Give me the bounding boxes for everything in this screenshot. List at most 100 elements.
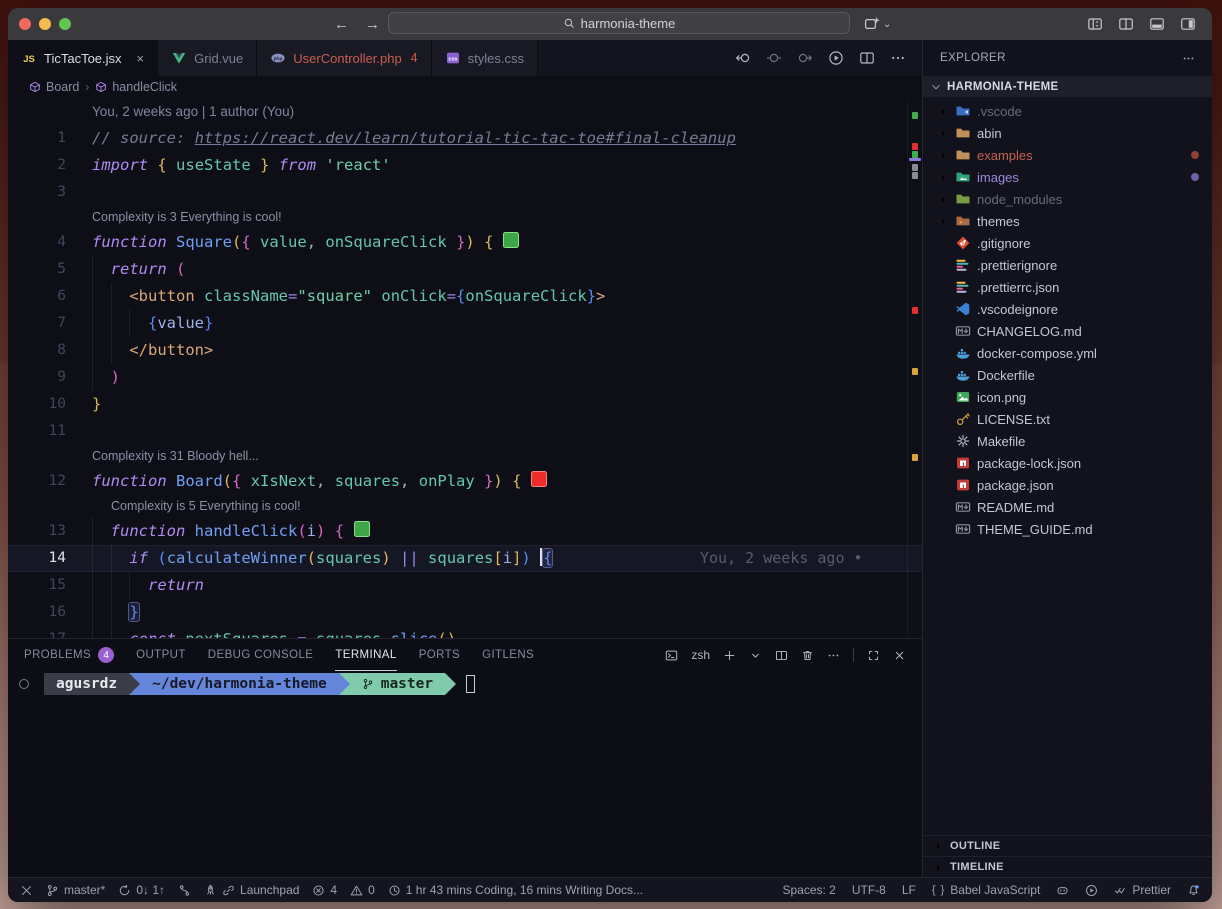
tree-item-.vscode[interactable]: .vscode bbox=[923, 100, 1212, 122]
line-number[interactable]: 8 bbox=[8, 337, 92, 364]
codelens-label[interactable]: Complexity is 31 Bloody hell... bbox=[92, 445, 259, 468]
line-content[interactable]: function handleClick(i) { bbox=[92, 518, 922, 545]
section-timeline[interactable]: TIMELINE bbox=[923, 856, 1212, 877]
notifications[interactable] bbox=[1187, 884, 1200, 897]
nav-forward-icon[interactable] bbox=[797, 50, 813, 66]
codelens-label[interactable]: Complexity is 5 Everything is cool! bbox=[92, 495, 301, 518]
tree-item-LICENSE.txt[interactable]: LICENSE.txt bbox=[923, 408, 1212, 430]
line-number[interactable]: 6 bbox=[8, 283, 92, 310]
line-number[interactable]: 1 bbox=[8, 125, 92, 152]
launchpad[interactable]: Launchpad bbox=[204, 883, 299, 897]
time-tracker[interactable]: 1 hr 43 mins Coding, 16 mins Writing Doc… bbox=[388, 883, 643, 897]
split-editor-icon[interactable] bbox=[1118, 16, 1134, 32]
trash-icon[interactable] bbox=[801, 649, 814, 662]
tree-item-examples[interactable]: examples bbox=[923, 144, 1212, 166]
terminal-prompt[interactable]: agusrdz ~/dev/harmonia-theme master bbox=[44, 673, 922, 695]
tree-item-abin[interactable]: abin bbox=[923, 122, 1212, 144]
line-content[interactable]: } bbox=[92, 599, 922, 626]
line-content[interactable]: } bbox=[92, 391, 922, 418]
close-icon[interactable]: × bbox=[137, 51, 145, 66]
line-content[interactable]: {value} bbox=[92, 310, 922, 337]
tree-item-node_modules[interactable]: node_modules bbox=[923, 188, 1212, 210]
line-number[interactable]: 11 bbox=[8, 418, 92, 445]
close-window-button[interactable] bbox=[19, 18, 31, 30]
line-number[interactable]: 15 bbox=[8, 572, 92, 599]
problems-errors[interactable]: 4 bbox=[312, 883, 337, 897]
tree-item-icon.png[interactable]: icon.png bbox=[923, 386, 1212, 408]
line-content[interactable]: return bbox=[92, 572, 922, 599]
panel-tab-terminal[interactable]: TERMINAL bbox=[335, 639, 396, 671]
terminal-view[interactable]: agusrdz ~/dev/harmonia-theme master bbox=[8, 671, 922, 877]
codelens-label[interactable]: Complexity is 3 Everything is cool! bbox=[92, 206, 282, 229]
tree-item-themes[interactable]: themes bbox=[923, 210, 1212, 232]
more-icon[interactable] bbox=[890, 50, 906, 66]
breadcrumb-item-handleClick[interactable]: handleClick bbox=[95, 80, 177, 94]
more-actions-icon[interactable] bbox=[1182, 52, 1195, 65]
chevron-down-sm-icon[interactable] bbox=[749, 649, 762, 662]
line-number[interactable]: 12 bbox=[8, 468, 92, 495]
minimize-window-button[interactable] bbox=[39, 18, 51, 30]
line-content[interactable]: <button className="square" onClick={onSq… bbox=[92, 283, 922, 310]
tree-item-package-lock.json[interactable]: package-lock.json bbox=[923, 452, 1212, 474]
line-content[interactable]: ) bbox=[92, 364, 922, 391]
tree-item-.vscodeignore[interactable]: .vscodeignore bbox=[923, 298, 1212, 320]
line-number[interactable]: 4 bbox=[8, 229, 92, 256]
plus-icon[interactable] bbox=[723, 649, 736, 662]
line-number[interactable]: 16 bbox=[8, 599, 92, 626]
nav-back-icon[interactable] bbox=[735, 50, 751, 66]
code-runner[interactable] bbox=[1085, 884, 1098, 897]
line-number[interactable]: 5 bbox=[8, 256, 92, 283]
copilot[interactable] bbox=[1056, 884, 1069, 897]
command-center-search[interactable]: harmonia-theme bbox=[388, 12, 850, 34]
line-content[interactable]: const nextSquares = squares.slice() bbox=[92, 626, 922, 638]
tree-item-.prettierignore[interactable]: .prettierignore bbox=[923, 254, 1212, 276]
gitlens[interactable] bbox=[178, 884, 191, 897]
tab-UserController.php[interactable]: phpUserController.php4 bbox=[257, 40, 431, 76]
chevron-down-icon[interactable]: ⌄ bbox=[883, 19, 891, 30]
history-forward-button[interactable]: → bbox=[365, 16, 380, 33]
line-number[interactable]: 9 bbox=[8, 364, 92, 391]
line-content[interactable]: // source: https://react.dev/learn/tutor… bbox=[92, 125, 922, 152]
tree-item-images[interactable]: images bbox=[923, 166, 1212, 188]
toggle-secondary-sidebar-icon[interactable] bbox=[1180, 16, 1196, 32]
tree-item-.prettierrc.json[interactable]: .prettierrc.json bbox=[923, 276, 1212, 298]
tab-styles.css[interactable]: cssstyles.css bbox=[432, 40, 538, 76]
line-number[interactable]: 7 bbox=[8, 310, 92, 337]
git-sync[interactable]: 0↓ 1↑ bbox=[118, 883, 165, 897]
tree-item-.gitignore[interactable]: .gitignore bbox=[923, 232, 1212, 254]
tree-item-Makefile[interactable]: Makefile bbox=[923, 430, 1212, 452]
split-editor-icon[interactable] bbox=[775, 649, 788, 662]
line-number[interactable]: 2 bbox=[8, 152, 92, 179]
line-content[interactable] bbox=[92, 179, 922, 206]
encoding[interactable]: UTF-8 bbox=[852, 883, 886, 897]
customize-layout-icon[interactable] bbox=[1087, 16, 1103, 32]
tree-item-Dockerfile[interactable]: Dockerfile bbox=[923, 364, 1212, 386]
tree-item-CHANGELOG.md[interactable]: CHANGELOG.md bbox=[923, 320, 1212, 342]
panel-tab-ports[interactable]: PORTS bbox=[419, 639, 460, 671]
indentation[interactable]: Spaces: 2 bbox=[782, 883, 835, 897]
new-tab-icon[interactable] bbox=[864, 16, 880, 32]
terminal-icon[interactable] bbox=[665, 649, 678, 662]
panel-tab-output[interactable]: OUTPUT bbox=[136, 639, 186, 671]
close-icon[interactable] bbox=[893, 649, 906, 662]
line-content[interactable]: function Square({ value, onSquareClick }… bbox=[92, 229, 922, 256]
line-content[interactable]: if (calculateWinner(squares) || squares[… bbox=[92, 545, 922, 572]
line-content[interactable]: </button> bbox=[92, 337, 922, 364]
line-number[interactable]: 13 bbox=[8, 518, 92, 545]
line-content[interactable]: function Board({ xIsNext, squares, onPla… bbox=[92, 468, 922, 495]
run-icon[interactable] bbox=[828, 50, 844, 66]
tree-item-THEME_GUIDE.md[interactable]: THEME_GUIDE.md bbox=[923, 518, 1212, 540]
problems-warnings[interactable]: 0 bbox=[350, 883, 375, 897]
line-content[interactable]: return ( bbox=[92, 256, 922, 283]
tab-TicTacToe.jsx[interactable]: JSTicTacToe.jsx× bbox=[8, 40, 158, 76]
line-number[interactable]: 10 bbox=[8, 391, 92, 418]
split-editor-icon[interactable] bbox=[859, 50, 875, 66]
breadcrumb-item-Board[interactable]: Board bbox=[29, 80, 79, 94]
language-mode[interactable]: { }Babel JavaScript bbox=[932, 883, 1040, 897]
line-number[interactable]: 17 bbox=[8, 626, 92, 638]
more-icon[interactable] bbox=[827, 649, 840, 662]
line-number[interactable]: 3 bbox=[8, 179, 92, 206]
remote-indicator[interactable] bbox=[20, 884, 33, 897]
line-content[interactable] bbox=[92, 418, 922, 445]
command-decoration-icon[interactable] bbox=[19, 679, 29, 689]
